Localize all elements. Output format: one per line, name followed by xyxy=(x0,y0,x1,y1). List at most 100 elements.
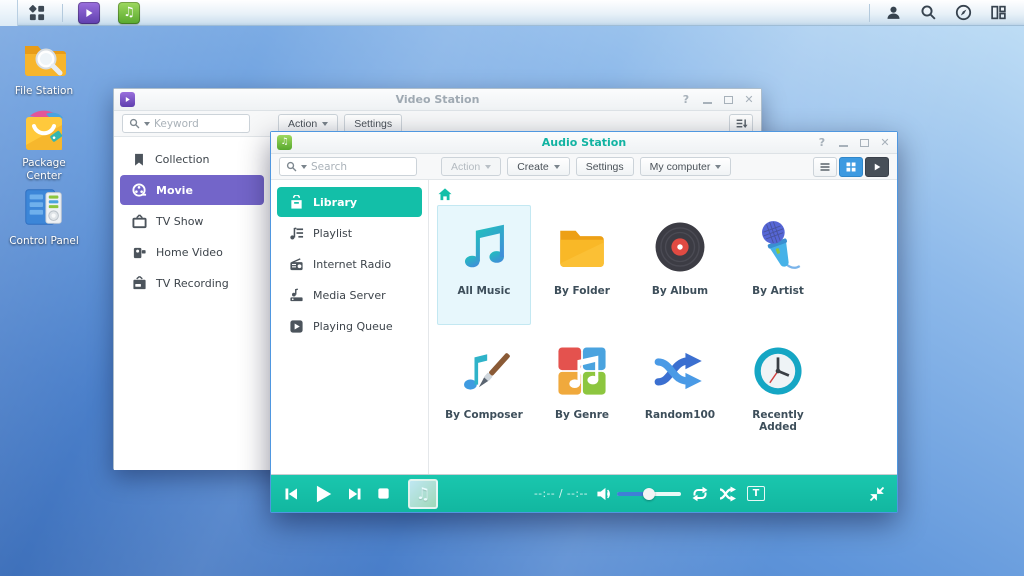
play-button[interactable] xyxy=(312,483,334,505)
sidebar-item-tv-show[interactable]: TV Show xyxy=(120,206,264,236)
sidebar-item-movie[interactable]: Movie xyxy=(120,175,264,205)
tile-by-artist[interactable]: By Artist xyxy=(731,205,825,325)
list-view-button[interactable] xyxy=(813,157,837,177)
volume-slider[interactable] xyxy=(617,492,681,496)
audio-search-box[interactable] xyxy=(279,157,417,176)
radio-icon xyxy=(289,257,304,272)
volume-knob[interactable] xyxy=(643,488,655,500)
lyrics-button[interactable]: T xyxy=(747,486,765,501)
video-station-titlebar[interactable]: Video Station ? ✕ xyxy=(114,89,761,111)
taskbar-divider xyxy=(62,4,63,22)
sidebar-item-collection[interactable]: Collection xyxy=(120,144,264,174)
minimize-button[interactable] xyxy=(701,94,713,106)
video-station-task-icon xyxy=(78,2,100,24)
camcorder-icon xyxy=(132,245,147,260)
chevron-down-icon xyxy=(715,165,721,169)
pilot-view-button[interactable] xyxy=(946,0,981,26)
shuffle-icon xyxy=(651,342,709,400)
repeat-button[interactable] xyxy=(691,486,709,502)
desktop-icon-label: File Station xyxy=(6,85,82,98)
audio-search-input[interactable] xyxy=(311,161,395,173)
tile-by-composer[interactable]: By Composer xyxy=(437,329,531,449)
close-button[interactable]: ✕ xyxy=(879,137,891,149)
user-menu-button[interactable] xyxy=(876,0,911,26)
shuffle-button[interactable] xyxy=(719,486,737,502)
breadcrumb[interactable] xyxy=(435,185,897,203)
bookmark-icon xyxy=(132,152,146,167)
sidebar-item-home-video[interactable]: Home Video xyxy=(120,237,264,267)
tile-by-album[interactable]: By Album xyxy=(633,205,727,325)
taskbar-audio-station-button[interactable]: ♫ xyxy=(109,0,149,26)
taskbar-video-station-button[interactable] xyxy=(69,0,109,26)
help-button[interactable]: ? xyxy=(680,94,692,106)
time-display: --:-- / --:-- xyxy=(534,488,588,500)
volume-button[interactable] xyxy=(596,486,613,502)
sidebar-item-playlist[interactable]: Playlist xyxy=(277,218,422,248)
previous-icon xyxy=(283,486,299,502)
clock-icon xyxy=(749,342,807,400)
genre-squares-icon xyxy=(553,342,611,400)
collapse-icon xyxy=(869,486,885,502)
audio-station-titlebar[interactable]: ♫ Audio Station ? ✕ xyxy=(271,132,897,154)
main-menu-button[interactable] xyxy=(18,0,56,26)
tile-recently-added[interactable]: Recently Added xyxy=(731,329,825,449)
sidebar-item-internet-radio[interactable]: Internet Radio xyxy=(277,249,422,279)
sort-icon xyxy=(735,117,748,130)
play-view-button[interactable] xyxy=(865,157,889,177)
search-icon xyxy=(920,4,937,21)
sidebar-item-tv-recording[interactable]: TV Recording xyxy=(120,268,264,298)
tile-by-folder[interactable]: By Folder xyxy=(535,205,629,325)
video-station-sidebar: Collection Movie TV Show xyxy=(114,137,271,470)
desktop-icon-control-panel[interactable]: Control Panel xyxy=(6,184,82,248)
close-button[interactable]: ✕ xyxy=(743,94,755,106)
audio-settings-button[interactable]: Settings xyxy=(576,157,634,176)
maximize-button[interactable] xyxy=(722,94,734,106)
desktop-icon-file-station[interactable]: File Station xyxy=(6,34,82,98)
grid-view-button[interactable] xyxy=(839,157,863,177)
video-search-input[interactable] xyxy=(154,118,238,130)
shuffle-small-icon xyxy=(719,486,737,502)
mini-player-button[interactable] xyxy=(869,486,885,502)
now-playing-thumbnail[interactable]: ♫ xyxy=(408,479,438,509)
sidebar-item-library[interactable]: Library xyxy=(277,187,422,217)
next-button[interactable] xyxy=(347,486,363,502)
video-search-box[interactable] xyxy=(122,114,250,133)
help-button[interactable]: ? xyxy=(816,137,828,149)
audio-station-sidebar: Library Playlist xyxy=(271,180,429,475)
previous-button[interactable] xyxy=(283,486,299,502)
sidebar-item-playing-queue[interactable]: Playing Queue xyxy=(277,311,422,341)
audio-station-toolbar: Action Create Settings My computer xyxy=(271,154,897,180)
search-icon xyxy=(286,161,297,172)
package-center-icon xyxy=(20,106,68,154)
microphone-icon xyxy=(749,218,807,276)
tile-all-music[interactable]: All Music xyxy=(437,205,531,325)
play-view-icon xyxy=(871,161,883,173)
show-desktop-corner[interactable] xyxy=(0,0,18,26)
next-icon xyxy=(347,486,363,502)
search-button[interactable] xyxy=(911,0,946,26)
audio-action-button[interactable]: Action xyxy=(441,157,501,176)
window-controls: ? ✕ xyxy=(680,94,755,106)
audio-create-button[interactable]: Create xyxy=(507,157,570,176)
window-title: Video Station xyxy=(114,93,761,106)
chevron-down-icon xyxy=(485,165,491,169)
grid-view-icon xyxy=(845,161,857,173)
pilot-view-icon xyxy=(955,4,972,21)
desktop-icon-package-center[interactable]: Package Center xyxy=(6,106,82,183)
stop-button[interactable] xyxy=(376,486,391,501)
media-server-icon xyxy=(289,288,304,303)
audio-station-window: ♫ Audio Station ? ✕ Action xyxy=(270,131,898,513)
minimize-button[interactable] xyxy=(837,137,849,149)
widgets-button[interactable] xyxy=(981,0,1016,26)
audio-my-computer-button[interactable]: My computer xyxy=(640,157,732,176)
chevron-down-icon xyxy=(554,165,560,169)
tv-recording-icon xyxy=(132,276,147,291)
playlist-icon xyxy=(289,226,304,241)
tile-by-genre[interactable]: By Genre xyxy=(535,329,629,449)
main-menu-icon xyxy=(27,3,47,23)
sidebar-item-media-server[interactable]: Media Server xyxy=(277,280,422,310)
maximize-button[interactable] xyxy=(858,137,870,149)
tile-random100[interactable]: Random100 xyxy=(633,329,727,449)
music-note-icon: ♫ xyxy=(416,484,430,503)
vinyl-record-icon xyxy=(651,218,709,276)
